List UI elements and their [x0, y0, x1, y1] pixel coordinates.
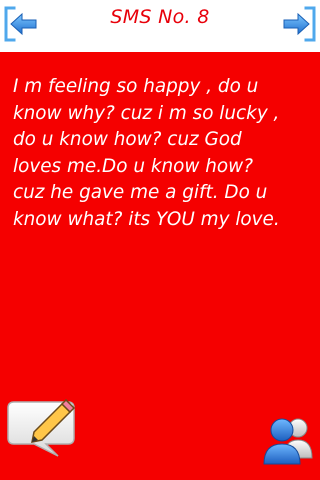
sms-message-text: I m feeling so happy , do u know why? cu…: [13, 74, 313, 234]
next-sms-button[interactable]: [279, 5, 317, 43]
arrow-right-icon: [283, 6, 316, 42]
header-bar: SMS No. 8: [0, 0, 320, 52]
previous-sms-button[interactable]: [3, 5, 41, 43]
compose-sms-icon: [7, 398, 76, 457]
contacts-icon: [263, 418, 313, 465]
message-line: know why? cuz i m so lucky ,: [13, 102, 280, 124]
message-line: know what? its YOU my love.: [13, 208, 280, 230]
message-line: loves me.Do u know how?: [13, 155, 253, 177]
sms-number-title: SMS No. 8: [110, 6, 210, 28]
message-line: do u know how? cuz God: [13, 129, 242, 151]
contacts-button[interactable]: [262, 408, 316, 466]
message-line: I m feeling so happy , do u: [13, 76, 259, 97]
compose-sms-button[interactable]: [0, 396, 86, 464]
arrow-left-icon: [4, 6, 37, 42]
message-line: cuz he gave me a gift. Do u: [13, 182, 268, 204]
